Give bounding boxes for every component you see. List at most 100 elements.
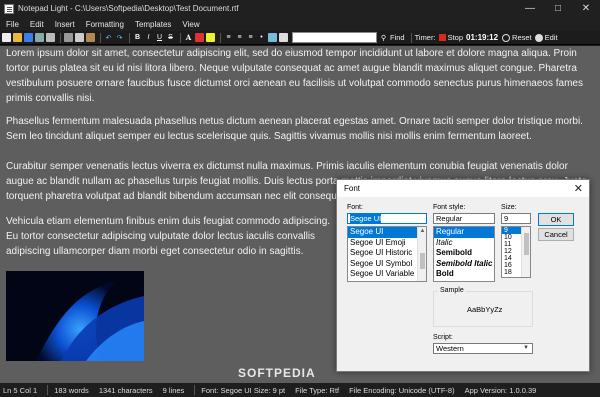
open-folder-icon[interactable] <box>13 33 22 42</box>
print-icon[interactable] <box>35 33 44 42</box>
font-style-list[interactable]: Regular Italic Semibold Semibold Italic … <box>433 226 495 282</box>
cursor-position: Ln 5 Col 1 <box>3 385 38 395</box>
menu-file[interactable]: File <box>6 20 19 29</box>
sample-label: Sample <box>438 287 466 294</box>
size-input[interactable]: 9 <box>501 213 531 224</box>
font-list-scrollbar[interactable]: ▲ <box>417 227 426 281</box>
character-count: 1341 characters <box>98 385 153 395</box>
insert-picture-icon[interactable] <box>268 33 277 42</box>
timer-label: Timer: <box>414 33 436 42</box>
stop-icon[interactable] <box>438 34 446 41</box>
paste-icon[interactable] <box>86 33 95 42</box>
insert-date-icon[interactable] <box>279 33 288 42</box>
document-paragraph: Vehicula etiam elementum finibus enim du… <box>6 216 331 257</box>
size-list-scrollbar[interactable] <box>521 227 530 277</box>
dialog-title: Font <box>344 184 361 193</box>
reset-button[interactable]: Reset <box>512 33 532 42</box>
bullet-list-icon[interactable]: • <box>257 33 266 42</box>
dialog-close-icon[interactable]: ✕ <box>574 182 583 195</box>
ok-button[interactable]: OK <box>538 213 574 226</box>
text-color-icon[interactable] <box>195 33 204 42</box>
font-list-item[interactable]: Segoe UI Variable <box>348 269 426 280</box>
toolbar-separator <box>410 32 412 43</box>
save-icon[interactable] <box>24 33 33 42</box>
font-name-input[interactable]: Segoe UI <box>347 213 427 224</box>
window-title: Notepad Light - C:\Users\Softpedia\Deskt… <box>18 4 239 13</box>
find-icon[interactable]: ⚲ <box>379 33 388 42</box>
document-paragraph: Lorem ipsum dolor sit amet, consectetur … <box>6 48 583 104</box>
title-bar: Notepad Light - C:\Users\Softpedia\Deskt… <box>0 0 600 17</box>
font-style-item[interactable]: Semibold <box>434 248 494 259</box>
toolbar-separator <box>129 32 130 43</box>
minimize-button[interactable]: — <box>516 0 544 17</box>
embedded-wallpaper-image[interactable] <box>6 271 144 361</box>
font-list-item[interactable]: Segoe UI Historic <box>348 248 426 259</box>
size-list[interactable]: 9 10 11 12 14 16 18 <box>501 226 531 278</box>
file-encoding: File Encoding: Unicode (UTF-8) <box>349 385 455 395</box>
dialog-title-bar: Font ✕ <box>337 180 589 197</box>
chevron-down-icon: ▼ <box>523 345 529 351</box>
status-separator <box>194 385 196 395</box>
undo-icon[interactable]: ↶ <box>104 33 113 42</box>
cancel-button[interactable]: Cancel <box>538 228 574 241</box>
edit-timer-icon[interactable] <box>534 33 543 42</box>
toolbar-separator <box>220 32 221 43</box>
font-style-item[interactable]: Italic <box>434 238 494 249</box>
font-style-item[interactable]: Bold <box>434 269 494 280</box>
menu-formatting[interactable]: Formatting <box>86 20 124 29</box>
softpedia-watermark: SOFTPEDIA <box>238 366 316 380</box>
strikethrough-icon[interactable]: S <box>166 33 175 42</box>
font-name-value: Segoe UI <box>350 214 382 223</box>
align-center-icon[interactable]: ≡ <box>235 33 244 42</box>
font-list-item[interactable]: Segoe UI Symbol <box>348 259 426 270</box>
script-select[interactable]: Western ▼ <box>433 343 533 354</box>
cut-icon[interactable] <box>64 33 73 42</box>
font-style-label: Font style: <box>433 204 466 211</box>
font-style-item[interactable]: Regular <box>434 227 494 238</box>
copy-icon[interactable] <box>75 33 84 42</box>
font-style-input[interactable]: Regular <box>433 213 495 224</box>
app-version: App Version: 1.0.0.39 <box>464 385 537 395</box>
sample-text: AaBbYyZz <box>467 305 503 314</box>
maximize-button[interactable]: □ <box>544 0 572 17</box>
font-list[interactable]: Segoe UI Segoe UI Emoji Segoe UI Histori… <box>347 226 427 282</box>
menu-insert[interactable]: Insert <box>55 20 75 29</box>
highlight-icon[interactable] <box>206 33 215 42</box>
find-button[interactable]: Find <box>390 33 405 42</box>
font-icon[interactable]: A <box>184 33 193 42</box>
stop-button[interactable]: Stop <box>448 33 463 42</box>
font-label: Font: <box>347 204 363 211</box>
font-dialog: Font ✕ Font: Segoe UI Segoe UI Segoe UI … <box>336 179 590 372</box>
italic-icon[interactable]: I <box>144 33 153 42</box>
align-right-icon[interactable]: ≡ <box>246 33 255 42</box>
menu-view[interactable]: View <box>182 20 199 29</box>
edit-timer-button[interactable]: Edit <box>545 33 558 42</box>
size-label: Size: <box>501 204 517 211</box>
bold-icon[interactable]: B <box>133 33 142 42</box>
font-list-item[interactable]: Segoe UI <box>348 227 426 238</box>
new-file-icon[interactable] <box>2 33 11 42</box>
scroll-thumb[interactable] <box>524 233 529 255</box>
status-bar: Ln 5 Col 1 183 words 1341 characters 9 l… <box>0 383 600 397</box>
menu-templates[interactable]: Templates <box>135 20 171 29</box>
scroll-thumb[interactable] <box>420 253 425 269</box>
scroll-up-icon[interactable]: ▲ <box>418 227 426 236</box>
align-left-icon[interactable]: ≡ <box>224 33 233 42</box>
notepad-app-icon <box>4 3 14 14</box>
script-value: Western <box>436 344 464 353</box>
font-info: Font: Segoe UI Size: 9 pt <box>201 385 286 395</box>
close-window-button[interactable]: ✕ <box>572 0 600 17</box>
menu-edit[interactable]: Edit <box>30 20 44 29</box>
document-paragraph: Phasellus fermentum malesuada phasellus … <box>6 116 583 142</box>
redo-icon[interactable]: ↷ <box>115 33 124 42</box>
word-count: 183 words <box>54 385 89 395</box>
underline-icon[interactable]: U <box>155 33 164 42</box>
reset-icon[interactable] <box>502 33 511 42</box>
print-preview-icon[interactable] <box>46 33 55 42</box>
font-list-item[interactable]: Segoe UI Emoji <box>348 238 426 249</box>
status-separator <box>47 385 49 395</box>
font-style-item[interactable]: Semibold Italic <box>434 259 494 270</box>
search-input[interactable] <box>292 32 377 43</box>
menu-bar: File Edit Insert Formatting Templates Vi… <box>0 17 600 31</box>
wallpaper-graphic <box>6 271 144 361</box>
